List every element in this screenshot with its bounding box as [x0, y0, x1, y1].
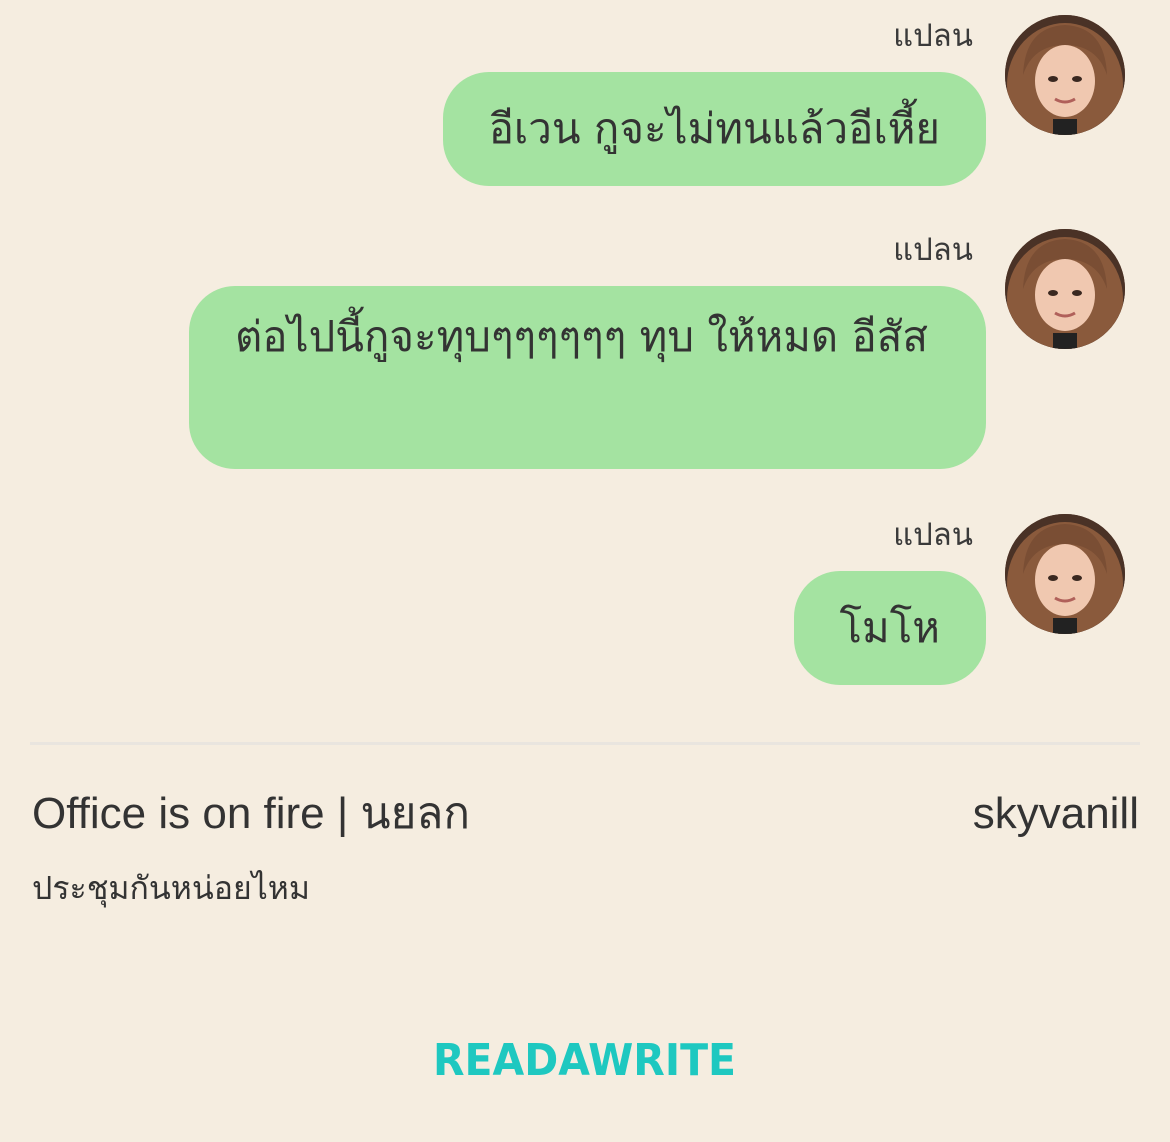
- message-bubble[interactable]: อีเวน กูจะไม่ทนแล้วอีเหี้ย: [442, 72, 986, 186]
- brand-name: READAWRITE: [433, 1035, 736, 1080]
- user-avatar-icon: [1005, 15, 1125, 135]
- sender-name: แปลน: [893, 517, 973, 553]
- sender-name: แปลน: [893, 18, 973, 54]
- story-author[interactable]: skyvanill: [973, 786, 1139, 842]
- sender-name: แปลน: [893, 232, 973, 268]
- message-bubble[interactable]: ต่อไปนี้กูจะทุบๆๆๆๆๆๆ ทุบ ให้หมด อีสัส: [189, 286, 986, 469]
- divider: [30, 742, 1140, 745]
- message-bubble[interactable]: โมโห: [793, 571, 986, 685]
- avatar[interactable]: [1005, 15, 1125, 135]
- avatar[interactable]: [1005, 514, 1125, 634]
- user-avatar-icon: [1005, 229, 1125, 349]
- chapter-title: ประชุมกันหน่อยไหม: [32, 869, 310, 907]
- user-avatar-icon: [1005, 514, 1125, 634]
- story-title[interactable]: Office is on fire | นยลก: [32, 786, 470, 842]
- avatar[interactable]: [1005, 229, 1125, 349]
- readawrite-logo: READAWRITE: [433, 1024, 736, 1080]
